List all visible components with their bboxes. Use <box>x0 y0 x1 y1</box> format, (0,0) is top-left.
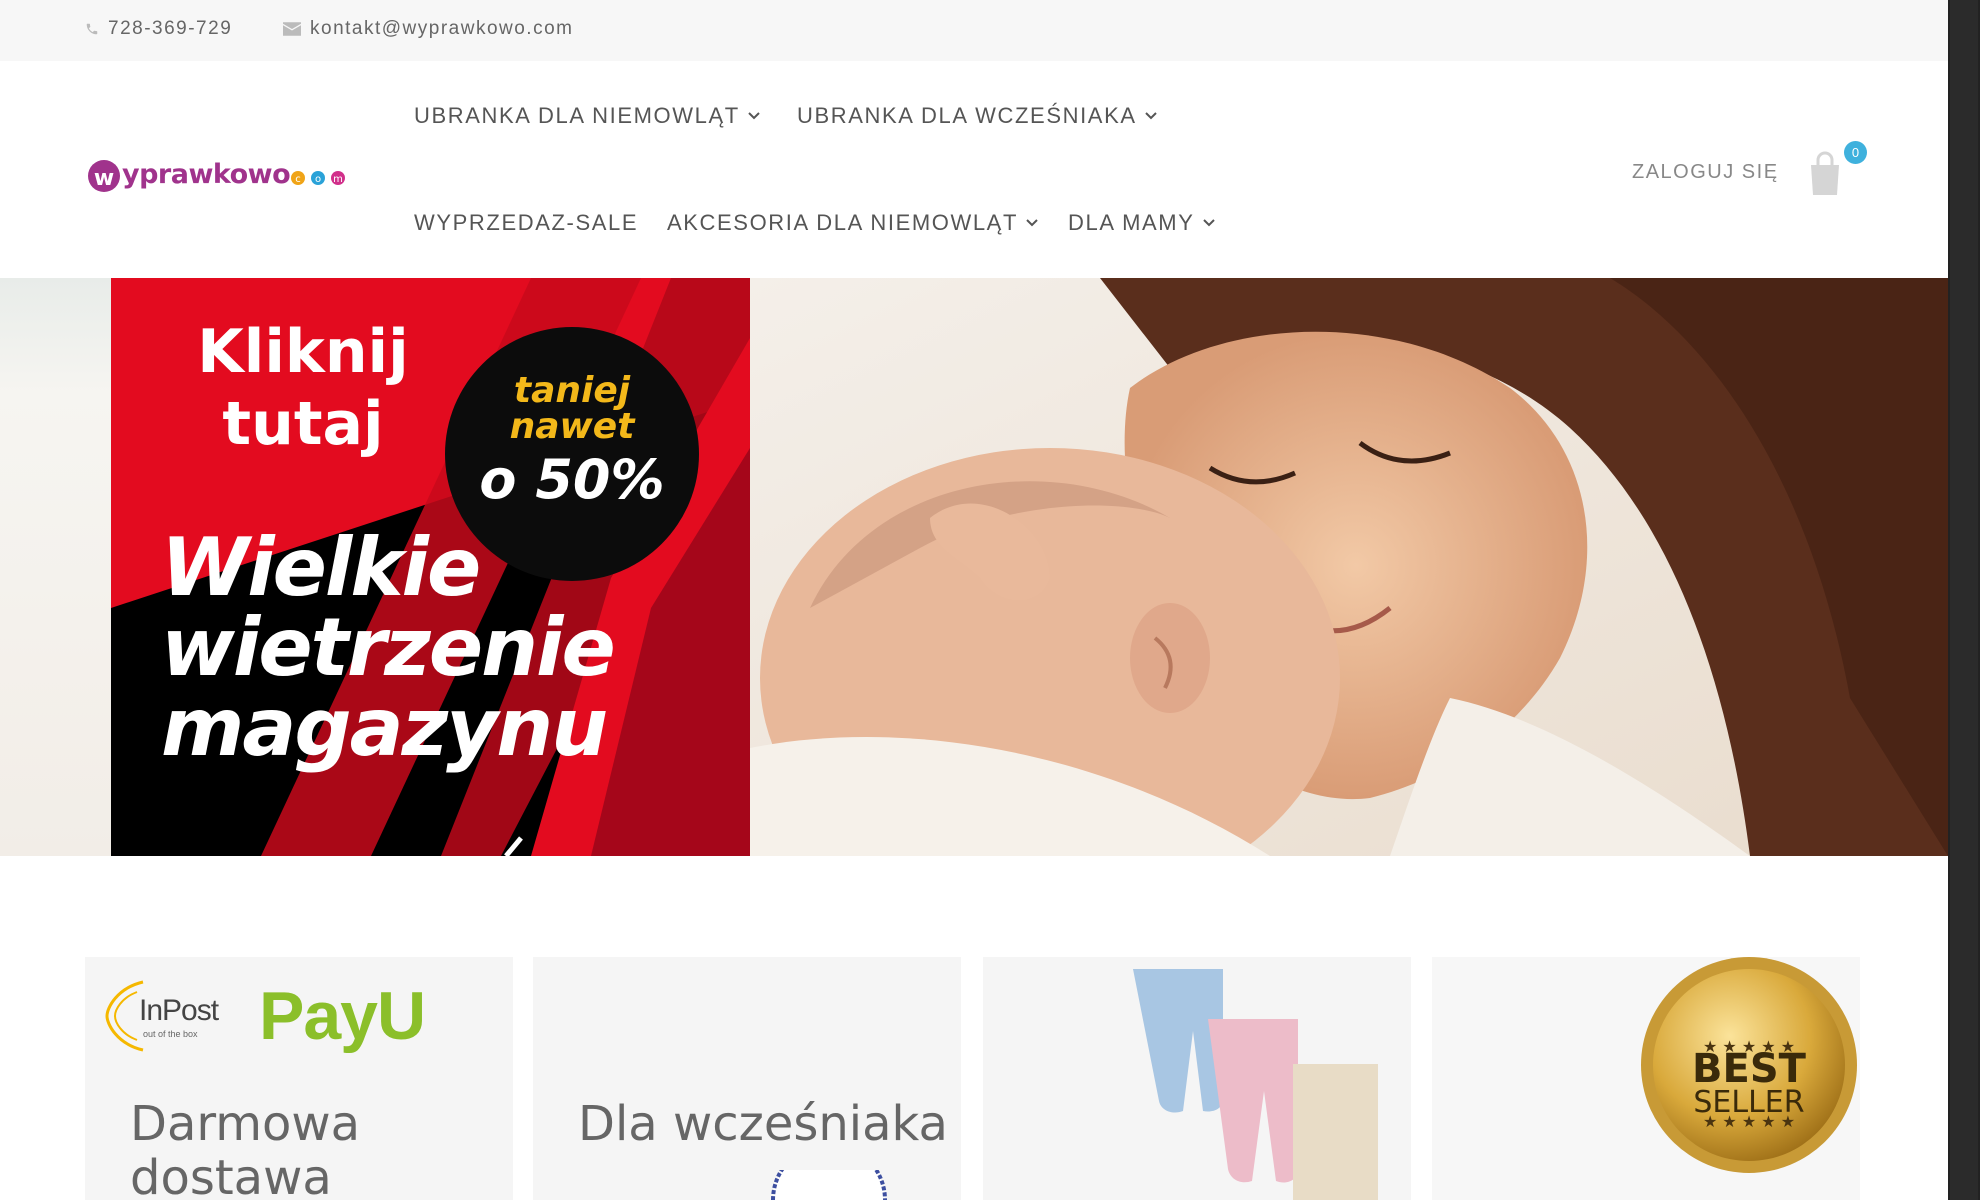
promo-main-line3: magazynu <box>161 681 608 774</box>
card-free-delivery[interactable]: InPost out of the box PayU Darmowa dosta… <box>85 957 513 1200</box>
baby-pants-image <box>1133 969 1378 1200</box>
nav-label: DLA MAMY <box>1068 210 1195 235</box>
nav-label: AKCESORIA DLA NIEMOWLĄT <box>667 210 1018 235</box>
badge-line3: o 50% <box>479 448 665 511</box>
login-link[interactable]: ZALOGUJ SIĘ <box>1632 161 1779 184</box>
promo-line2: tutaj <box>222 389 384 459</box>
badge-line2: nawet <box>509 406 635 447</box>
site-logo[interactable]: w yprawkowo c o m <box>87 149 351 209</box>
card-title-line1: Dla wcześniaka <box>578 1096 948 1152</box>
payu-logo-text: PayU <box>259 978 426 1054</box>
nav-akcesoria[interactable]: AKCESORIA DLA NIEMOWLĄT <box>667 210 1038 236</box>
promo-headline: Kliknij tutaj <box>183 316 423 460</box>
promo-main-text: Wielkie wietrzenie magazynu <box>161 521 616 774</box>
bestseller-line2: SELLER <box>1693 1085 1804 1120</box>
promo-line1: Kliknij <box>197 317 409 387</box>
card-title: Darmowa dostawa <box>130 1097 360 1200</box>
svg-text:w: w <box>94 166 114 191</box>
nav-dla-mamy[interactable]: DLA MAMY <box>1068 210 1215 236</box>
discount-badge-text: taniej nawet o 50% <box>445 373 699 515</box>
svg-text:yprawkowo: yprawkowo <box>122 159 290 190</box>
badge-line1: taniej <box>513 370 631 411</box>
promo-banner[interactable]: Kliknij tutaj taniej nawet o 50% Wielkie… <box>111 278 750 856</box>
inpost-tagline: out of the box <box>143 1029 198 1039</box>
chevron-down-icon <box>1202 219 1215 227</box>
email-contact[interactable]: kontakt@wyprawkowo.com <box>283 18 573 40</box>
svg-text:m: m <box>333 174 343 185</box>
nav-ubranka-niemowlat[interactable]: UBRANKA DLA NIEMOWLĄT <box>414 103 760 129</box>
bestseller-badge-icon: ★ ★ ★ ★ ★ ★ ★ ★ ★ ★ BEST SELLER <box>1641 957 1857 1173</box>
promo-main-line2: wietrzenie <box>161 601 616 694</box>
chevron-down-icon <box>1026 219 1038 227</box>
page-scrollbar[interactable] <box>1948 0 1980 1200</box>
envelope-icon <box>283 22 301 36</box>
chevron-down-icon <box>1144 112 1157 120</box>
scrollbar-thumb[interactable] <box>1950 0 1978 1200</box>
phone-contact[interactable]: 728-369-729 <box>85 18 232 40</box>
card-title: Dla wcześniaka <box>578 1097 948 1151</box>
phone-icon <box>86 23 98 35</box>
cart-count-badge: 0 <box>1844 141 1867 164</box>
nav-wyprzedaz-sale[interactable]: WYPRZEDAZ-SALE <box>414 210 638 236</box>
hero-background-strip <box>0 278 111 856</box>
chevron-down-icon <box>748 112 760 120</box>
top-info-bar: 728-369-729 kontakt@wyprawkowo.com <box>0 0 1948 62</box>
promo-main-line1: Wielkie <box>161 521 481 614</box>
nav-label: UBRANKA DLA WCZEŚNIAKA <box>797 103 1137 128</box>
email-address: kontakt@wyprawkowo.com <box>310 18 574 39</box>
inpost-logo-text: InPost <box>139 994 219 1027</box>
card-title-line1: Darmowa <box>130 1096 361 1152</box>
mother-baby-photo <box>750 278 1948 856</box>
phone-number: 728-369-729 <box>108 18 233 39</box>
nav-label: WYPRZEDAZ-SALE <box>414 210 639 235</box>
card-premature[interactable]: Dla wcześniaka <box>533 957 961 1200</box>
premature-badge-icon <box>771 1170 887 1200</box>
card-baby-pants[interactable] <box>983 957 1411 1200</box>
site-header: w yprawkowo c o m UBRANKA DLA NIEMOWLĄT … <box>0 61 1948 278</box>
hero-banner: Kliknij tutaj taniej nawet o 50% Wielkie… <box>0 278 1948 856</box>
svg-text:c: c <box>295 174 301 185</box>
card-title-line2: dostawa <box>130 1150 332 1200</box>
card-bestseller[interactable]: ★ ★ ★ ★ ★ ★ ★ ★ ★ ★ BEST SELLER <box>1432 957 1860 1200</box>
svg-text:o: o <box>315 174 321 185</box>
nav-label: UBRANKA DLA NIEMOWLĄT <box>414 103 740 128</box>
nav-ubranka-wczesniaka[interactable]: UBRANKA DLA WCZEŚNIAKA <box>797 103 1157 129</box>
